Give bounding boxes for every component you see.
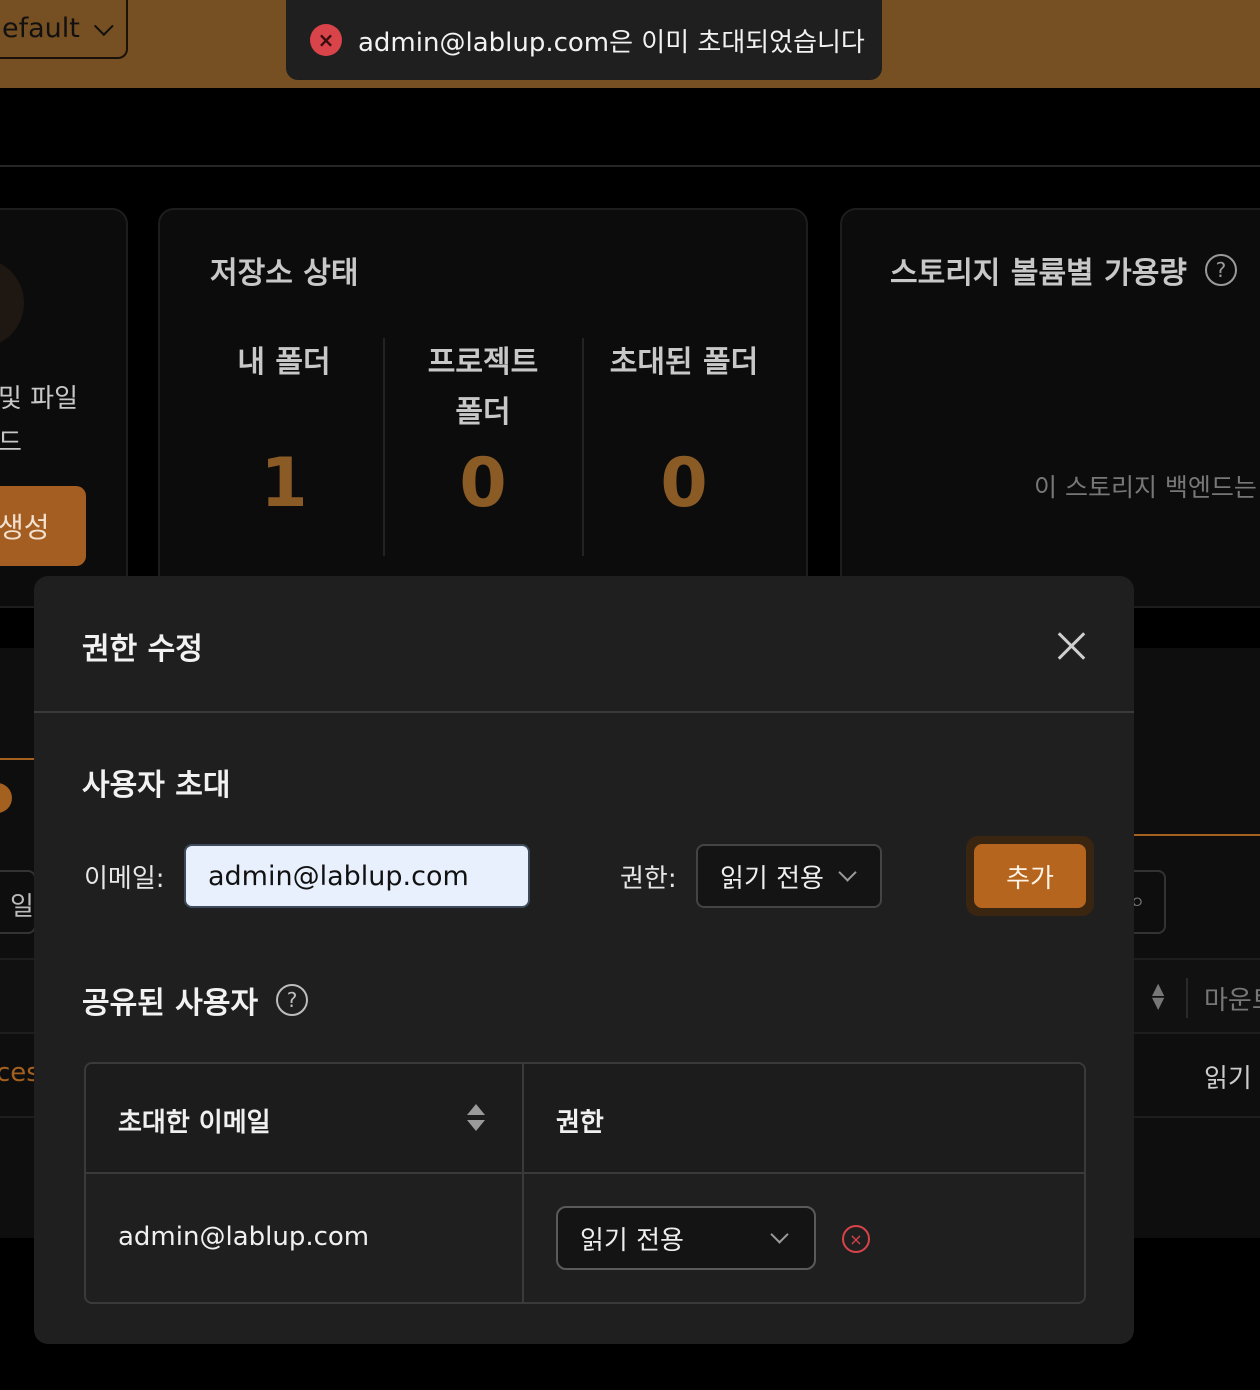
summary-avatar xyxy=(0,258,24,348)
add-button[interactable]: 추가 xyxy=(974,844,1086,908)
summary-card: 및 파일 드 생성 xyxy=(0,208,128,608)
help-icon[interactable]: ? xyxy=(276,984,309,1016)
create-button[interactable]: 생성 xyxy=(0,486,86,566)
shared-users-table: 초대한 이메일 권한 admin@lablup.com 읽기 전용 × xyxy=(84,1062,1086,1304)
stat-label: 초대된 폴더 xyxy=(609,345,759,380)
storage-status-card: 저장소 상태 내 폴더 1 프로젝트 폴더 0 초대된 폴더 0 xyxy=(158,208,808,608)
permission-select[interactable]: 읽기 전용 xyxy=(696,844,882,908)
email-field[interactable] xyxy=(184,844,530,908)
toast-message: admin@lablup.com은 이미 초대되었습니다 xyxy=(358,27,865,58)
chevron-down-icon xyxy=(770,1225,789,1244)
dialog-header: 권한 수정 xyxy=(34,576,1134,713)
dialog-title: 권한 수정 xyxy=(82,632,203,667)
invite-section-title: 사용자 초대 xyxy=(82,768,231,803)
stat-invited-folders: 초대된 폴더 0 xyxy=(584,338,784,558)
sort-icon[interactable]: ▲ ▼ xyxy=(1152,981,1164,1011)
chevron-down-icon xyxy=(838,863,857,882)
folder-permission: 읽기 xyxy=(1204,1064,1252,1094)
modify-permission-dialog: 권한 수정 사용자 초대 이메일: 권한: 읽기 전용 추가 공유된 사용자 ?… xyxy=(34,576,1134,1344)
help-icon[interactable]: ? xyxy=(1204,254,1237,286)
column-divider xyxy=(522,1064,524,1302)
column-header-mount[interactable]: 마운트 xyxy=(1204,980,1260,1017)
summary-text: 드 xyxy=(0,428,22,458)
project-selector-label: efault xyxy=(2,13,80,44)
row-permission-select[interactable]: 읽기 전용 xyxy=(556,1206,816,1270)
divider xyxy=(0,165,1260,167)
add-button-focus-ring: 추가 xyxy=(966,836,1094,916)
stat-label: 프로젝트 폴더 xyxy=(427,345,539,430)
stat-value: 0 xyxy=(660,444,708,523)
stat-value: 1 xyxy=(260,444,308,523)
storage-status-title: 저장소 상태 xyxy=(210,256,359,291)
permission-select-value: 읽기 전용 xyxy=(720,863,824,894)
remove-user-icon[interactable]: × xyxy=(842,1225,870,1253)
column-divider xyxy=(1186,978,1188,1018)
volume-capacity-title: 스토리지 볼륨별 가용량 ? xyxy=(890,248,1237,292)
summary-text: 및 파일 xyxy=(0,384,79,414)
stat-label: 내 폴더 xyxy=(237,345,331,380)
chevron-down-icon xyxy=(93,15,114,36)
filter-pill[interactable] xyxy=(0,783,12,813)
stat-value: 0 xyxy=(459,444,507,523)
error-toast: × admin@lablup.com은 이미 초대되었습니다 xyxy=(286,0,882,80)
stat-my-folders: 내 폴더 1 xyxy=(184,338,384,558)
volume-note: 이 스토리지 백엔드는 xyxy=(1034,473,1257,502)
volume-capacity-card: 스토리지 볼륨별 가용량 ? 이 스토리지 백엔드는 xyxy=(840,208,1260,608)
close-icon[interactable] xyxy=(1056,630,1088,662)
error-icon: × xyxy=(310,24,342,56)
stat-project-folders: 프로젝트 폴더 0 xyxy=(383,338,583,558)
project-selector[interactable]: efault xyxy=(0,0,128,59)
tab-indicator xyxy=(0,758,36,760)
table-header: 초대한 이메일 권한 xyxy=(86,1064,1084,1174)
row-permission-value: 읽기 전용 xyxy=(580,1225,684,1256)
permission-label: 권한: xyxy=(620,864,677,894)
column-header-email[interactable]: 초대한 이메일 xyxy=(118,1102,271,1139)
sort-icon[interactable] xyxy=(466,1104,486,1134)
tab-indicator xyxy=(1134,834,1260,836)
shared-users-title: 공유된 사용자 ? xyxy=(82,978,309,1022)
shared-user-email: admin@lablup.com xyxy=(118,1222,370,1252)
column-header-permission: 권한 xyxy=(556,1108,604,1138)
search-input[interactable]: 일 xyxy=(0,870,36,934)
email-label: 이메일: xyxy=(84,864,165,894)
